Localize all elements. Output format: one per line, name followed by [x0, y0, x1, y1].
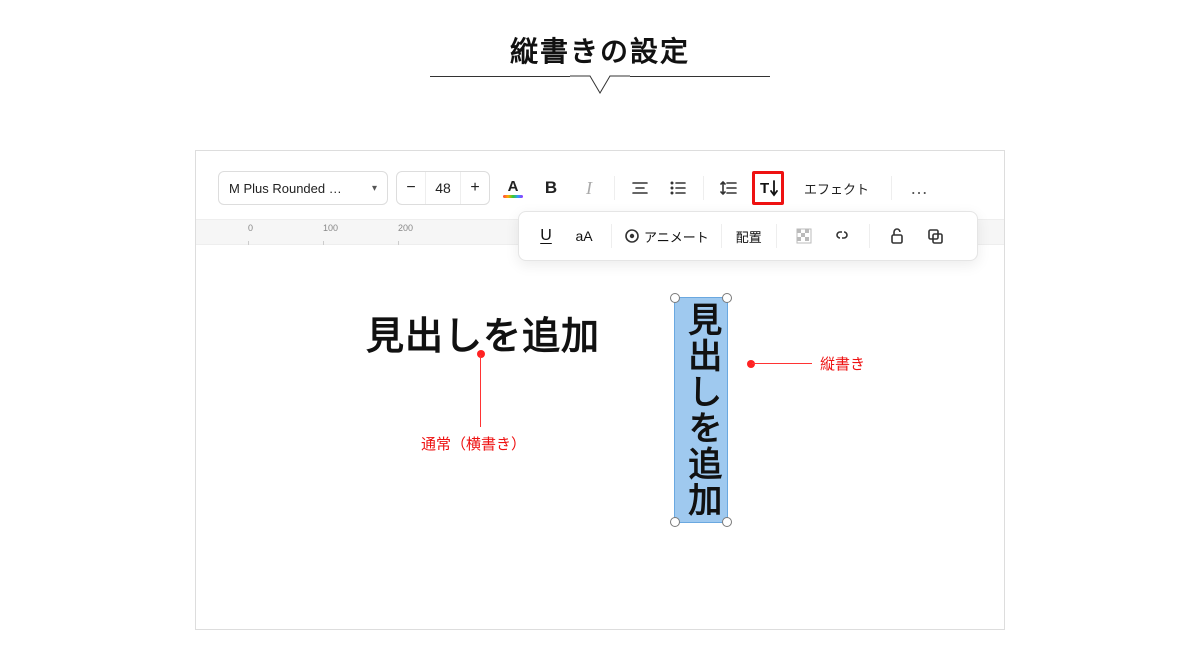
annotation-vertical: 縦書き — [820, 353, 865, 374]
vertical-text-icon: T — [757, 177, 779, 199]
canvas[interactable]: 見出しを追加 見出しを追加 通常（横書き） 縦書き — [196, 245, 1004, 629]
font-size-decrease-button[interactable]: − — [397, 172, 425, 204]
chevron-down-icon: ▾ — [372, 183, 377, 194]
underline-button[interactable]: U — [531, 219, 561, 253]
lock-button[interactable] — [882, 219, 912, 253]
letter-case-button[interactable]: aA — [569, 219, 599, 253]
separator — [703, 176, 704, 200]
line-spacing-icon — [720, 179, 738, 197]
bullet-list-icon — [669, 179, 687, 197]
separator — [721, 224, 722, 248]
vertical-text-element[interactable]: 見出しを追加 — [674, 297, 728, 523]
font-size-value[interactable]: 48 — [425, 172, 461, 204]
lock-open-icon — [889, 227, 905, 245]
color-rainbow-icon — [503, 195, 523, 198]
list-button[interactable] — [663, 171, 693, 205]
align-button[interactable] — [625, 171, 655, 205]
font-name-label: M Plus Rounded … — [229, 181, 366, 196]
italic-button[interactable]: I — [574, 171, 604, 205]
resize-handle[interactable] — [670, 517, 680, 527]
annotation-dot — [747, 360, 755, 368]
separator — [776, 224, 777, 248]
animate-button[interactable]: アニメート — [624, 219, 709, 253]
bold-button[interactable]: B — [536, 171, 566, 205]
ruler-tick: 100 — [323, 223, 338, 233]
toolbar-overflow-panel: U aA アニメート 配置 — [518, 211, 978, 261]
annotation-line — [480, 355, 481, 427]
animate-icon — [624, 228, 640, 244]
editor-window: M Plus Rounded … ▾ − 48 + A B I T — [195, 150, 1005, 630]
page-title: 縦書きの設定 — [0, 30, 1200, 70]
font-size-increase-button[interactable]: + — [461, 172, 489, 204]
ruler-tick: 0 — [248, 223, 253, 233]
font-size-stepper: − 48 + — [396, 171, 490, 205]
link-button[interactable] — [827, 219, 857, 253]
vertical-text-content: 見出しを追加 — [682, 302, 719, 518]
annotation-line — [752, 363, 812, 364]
more-button[interactable]: … — [902, 171, 938, 205]
copy-icon — [926, 227, 944, 245]
title-underline — [430, 76, 770, 100]
position-button[interactable]: 配置 — [734, 219, 764, 253]
resize-handle[interactable] — [722, 517, 732, 527]
text-toolbar: M Plus Rounded … ▾ − 48 + A B I T — [218, 171, 938, 205]
separator — [614, 176, 615, 200]
align-center-icon — [631, 179, 649, 197]
font-family-select[interactable]: M Plus Rounded … ▾ — [218, 171, 388, 205]
separator — [869, 224, 870, 248]
ruler-tick: 200 — [398, 223, 413, 233]
line-spacing-button[interactable] — [714, 171, 744, 205]
resize-handle[interactable] — [722, 293, 732, 303]
svg-text:T: T — [760, 180, 769, 197]
resize-handle[interactable] — [670, 293, 680, 303]
annotation-horizontal: 通常（横書き） — [421, 433, 526, 454]
vertical-text-button[interactable]: T — [752, 171, 784, 205]
text-color-button[interactable]: A — [498, 171, 528, 205]
separator — [611, 224, 612, 248]
separator — [891, 176, 892, 200]
effects-button[interactable]: エフェクト — [792, 171, 881, 205]
transparency-button[interactable] — [789, 219, 819, 253]
link-icon — [833, 227, 851, 245]
duplicate-button[interactable] — [920, 219, 950, 253]
transparency-icon — [795, 227, 813, 245]
annotation-dot — [477, 350, 485, 358]
